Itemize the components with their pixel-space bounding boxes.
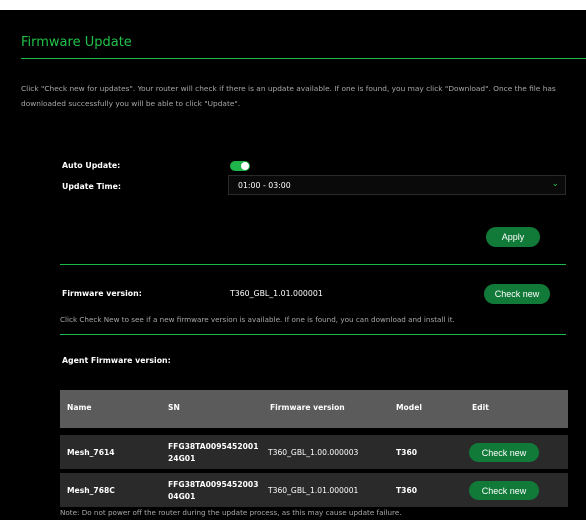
update-time-label: Update Time: (62, 182, 122, 191)
row-name: Mesh_7614 (67, 448, 115, 457)
toggle-knob (241, 162, 249, 170)
row-sn-line-2: 04G01 (168, 492, 196, 501)
row-check-new-button[interactable]: Check new (469, 481, 539, 500)
divider-2 (60, 334, 566, 335)
row-sn-line-1: FFG38TA0095452001 (168, 442, 259, 451)
row-sn-line-2: 24G01 (168, 454, 196, 463)
firmware-version-value: T360_GBL_1.01.000001 (230, 289, 323, 298)
firmware-update-panel: Firmware Update Click "Check new for upd… (0, 10, 586, 520)
row-firmware: T360_GBL_1.00.000003 (268, 448, 359, 457)
page-description: Click "Check new for updates". Your rout… (21, 81, 586, 111)
update-time-select[interactable]: 01:00 - 03:00 ⌄ (228, 175, 566, 195)
row-name: Mesh_768C (67, 486, 115, 495)
column-name: Name (67, 403, 92, 412)
description-line-1: Click "Check new for updates". Your rout… (21, 84, 556, 93)
table-row: Mesh_768C FFG38TA0095452003 04G01 T360_G… (60, 473, 568, 507)
column-edit: Edit (472, 403, 489, 412)
apply-button[interactable]: Apply (486, 227, 540, 247)
description-line-2: downloaded successfully you will be able… (21, 99, 241, 108)
auto-update-label: Auto Update: (62, 161, 121, 170)
agent-firmware-label: Agent Firmware version: (62, 356, 171, 365)
row-check-new-button[interactable]: Check new (469, 443, 539, 462)
update-time-value: 01:00 - 03:00 (238, 181, 291, 190)
auto-update-toggle[interactable] (230, 161, 250, 171)
title-divider (21, 58, 586, 59)
column-model: Model (396, 403, 422, 412)
update-warning-note: Note: Do not power off the router during… (60, 508, 402, 517)
chevron-down-icon: ⌄ (551, 179, 559, 189)
check-new-button[interactable]: Check new (484, 284, 550, 304)
table-row: Mesh_7614 FFG38TA0095452001 24G01 T360_G… (60, 435, 568, 469)
firmware-hint: Click Check New to see if a new firmware… (60, 315, 455, 324)
table-header: Name SN Firmware version Model Edit (60, 390, 568, 428)
row-model: T360 (396, 486, 418, 495)
column-firmware-version: Firmware version (270, 403, 345, 412)
row-sn-line-1: FFG38TA0095452003 (168, 480, 259, 489)
page-title: Firmware Update (21, 35, 132, 50)
column-sn: SN (168, 403, 180, 412)
row-firmware: T360_GBL_1.01.000001 (268, 486, 359, 495)
firmware-version-label: Firmware version: (62, 289, 142, 298)
row-model: T360 (396, 448, 418, 457)
divider-1 (60, 264, 566, 265)
